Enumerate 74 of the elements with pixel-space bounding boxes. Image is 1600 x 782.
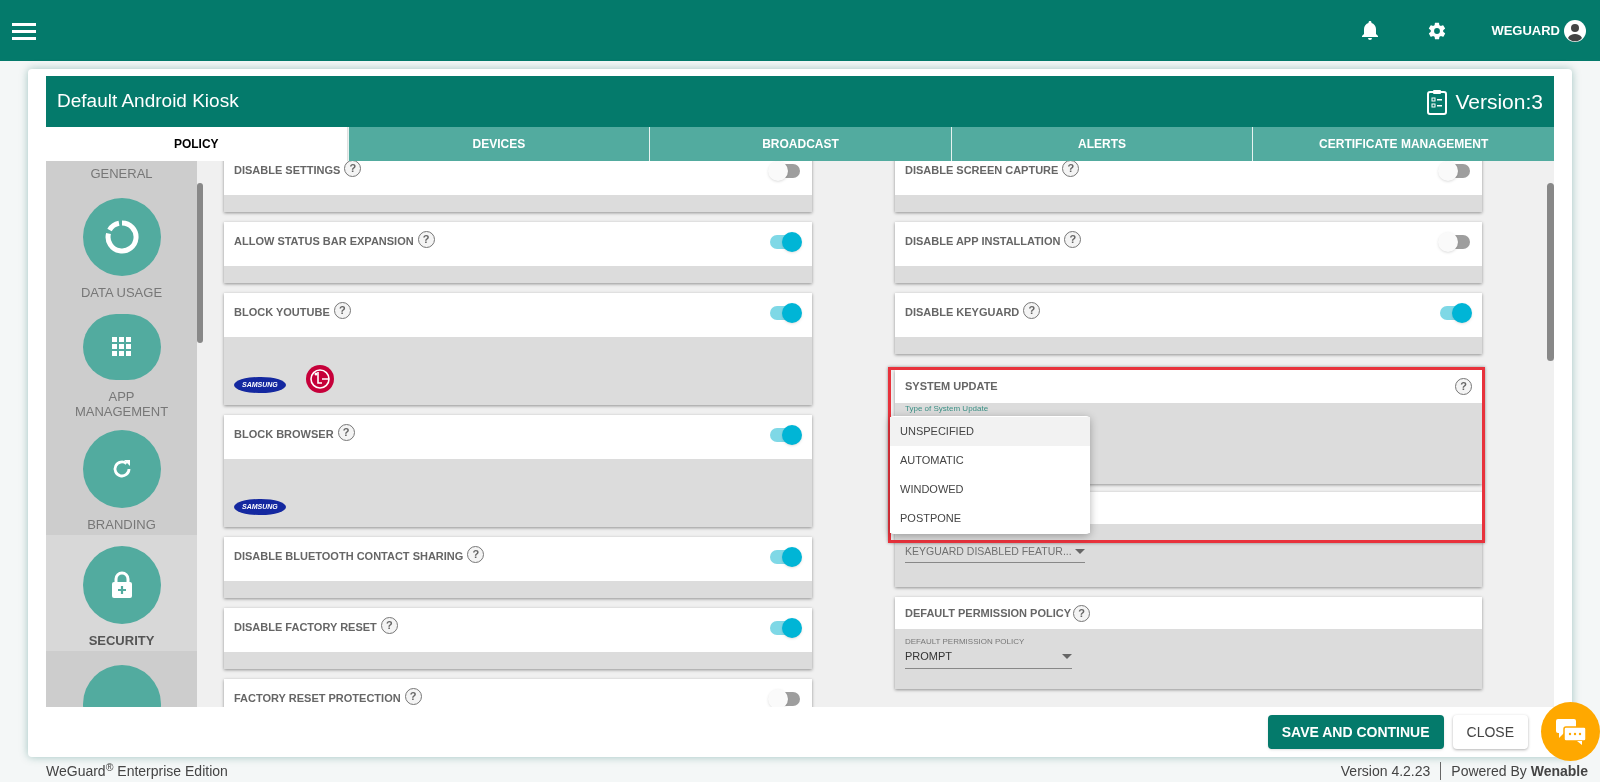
save-button[interactable]: SAVE AND CONTINUE xyxy=(1267,715,1444,749)
toggle-switch[interactable] xyxy=(768,617,802,639)
ring-chart-icon xyxy=(104,220,139,254)
menu-icon[interactable] xyxy=(12,21,36,40)
dropdown-option[interactable]: POSTPONE xyxy=(890,504,1090,533)
help-icon[interactable]: ? xyxy=(1064,231,1082,248)
settings-icon[interactable] xyxy=(1427,20,1448,41)
help-icon[interactable]: ? xyxy=(1023,302,1041,319)
policy-title: ALLOW STATUS BAR EXPANSION xyxy=(234,234,414,249)
field-label: DEFAULT PERMISSION POLICY xyxy=(904,636,1026,648)
toggle-switch[interactable] xyxy=(768,302,802,324)
toggle-switch[interactable] xyxy=(768,546,802,568)
policy-title: BLOCK BROWSER xyxy=(234,427,334,442)
help-icon[interactable]: ? xyxy=(1062,161,1080,177)
select-field[interactable]: KEYGUARD DISABLED FEATUR... xyxy=(905,544,1085,563)
select-field[interactable]: PROMPT xyxy=(905,648,1072,669)
policy-title: DISABLE APP INSTALLATION xyxy=(905,234,1061,249)
user-avatar-icon[interactable] xyxy=(1564,19,1586,42)
sidebar-label: SECURITY xyxy=(88,633,155,648)
field-label: Type of System Update xyxy=(904,403,990,414)
sidebar-item[interactable]: SECURITY xyxy=(46,535,197,651)
help-icon[interactable]: ? xyxy=(1073,604,1091,622)
toggle-switch[interactable] xyxy=(768,231,802,253)
toggle-switch[interactable] xyxy=(1438,302,1472,324)
close-button[interactable]: CLOSE xyxy=(1452,715,1528,749)
help-icon[interactable]: ? xyxy=(404,688,422,705)
tab[interactable]: CERTIFICATE MANAGEMENT xyxy=(1252,127,1554,161)
modal-title: Default Android Kiosk xyxy=(57,89,240,114)
toggle-switch[interactable] xyxy=(768,424,802,446)
help-icon[interactable]: ? xyxy=(337,424,355,441)
sidebar-label: APP MANAGEMENT xyxy=(73,389,170,419)
apps-grid-icon xyxy=(111,337,132,357)
toggle-switch[interactable] xyxy=(768,161,802,182)
lock-plus-icon xyxy=(110,571,133,599)
user-name[interactable]: WEGUARD xyxy=(1491,20,1560,41)
help-icon[interactable]: ? xyxy=(380,617,398,634)
sidebar-scrollbar[interactable] xyxy=(197,183,203,343)
help-icon[interactable]: ? xyxy=(344,161,362,177)
help-icon[interactable]: ? xyxy=(467,546,485,563)
tab[interactable]: ALERTS xyxy=(950,127,1253,161)
clipboard-icon xyxy=(1427,88,1448,115)
policy-title: DISABLE SCREEN CAPTURE xyxy=(905,163,1059,178)
sidebar-label: BRANDING xyxy=(86,517,157,532)
help-icon[interactable]: ? xyxy=(1455,378,1472,395)
sidebar-label: GENERAL xyxy=(90,164,153,183)
dropdown-arrow-icon xyxy=(1075,549,1085,555)
policy-title: DEFAULT PERMISSION POLICY xyxy=(905,605,1072,621)
policy-title: DISABLE FACTORY RESET xyxy=(234,620,377,635)
dropdown-option[interactable]: AUTOMATIC xyxy=(890,446,1090,475)
policy-title: DISABLE KEYGUARD xyxy=(905,305,1020,320)
help-icon[interactable]: ? xyxy=(333,302,351,319)
notifications-icon[interactable] xyxy=(1361,20,1380,41)
dropdown-option[interactable]: UNSPECIFIED xyxy=(890,417,1090,446)
policy-version: Version:3 xyxy=(1455,88,1543,115)
policy-title: BLOCK YOUTUBE xyxy=(234,305,330,320)
toggle-switch[interactable] xyxy=(1438,231,1472,253)
tab[interactable]: BROADCAST xyxy=(649,127,951,161)
policy-title: DISABLE BLUETOOTH CONTACT SHARING xyxy=(234,549,464,564)
policy-title: SYSTEM UPDATE xyxy=(905,379,999,395)
policy-title: DISABLE SETTINGS xyxy=(234,163,341,178)
toggle-switch[interactable] xyxy=(1438,161,1472,182)
policy-title: FACTORY RESET PROTECTION xyxy=(234,691,401,706)
powered-by-text: Powered By Wenable xyxy=(1450,762,1589,780)
tab[interactable]: DEVICES xyxy=(347,127,650,161)
lg-logo xyxy=(305,365,334,393)
chat-bubbles-icon xyxy=(1555,718,1586,745)
toggle-switch[interactable] xyxy=(768,688,802,707)
app-version: Version 4.2.23 xyxy=(1340,762,1442,780)
dropdown-option[interactable]: WINDOWED xyxy=(890,475,1090,504)
edition-text: WeGuard$^{®}$ Enterprise Edition xyxy=(46,762,229,780)
dropdown-arrow-icon xyxy=(1062,653,1072,659)
content-scrollbar[interactable] xyxy=(1547,183,1554,361)
help-icon[interactable]: ? xyxy=(417,231,435,248)
sidebar-label: DATA USAGE xyxy=(79,285,164,300)
